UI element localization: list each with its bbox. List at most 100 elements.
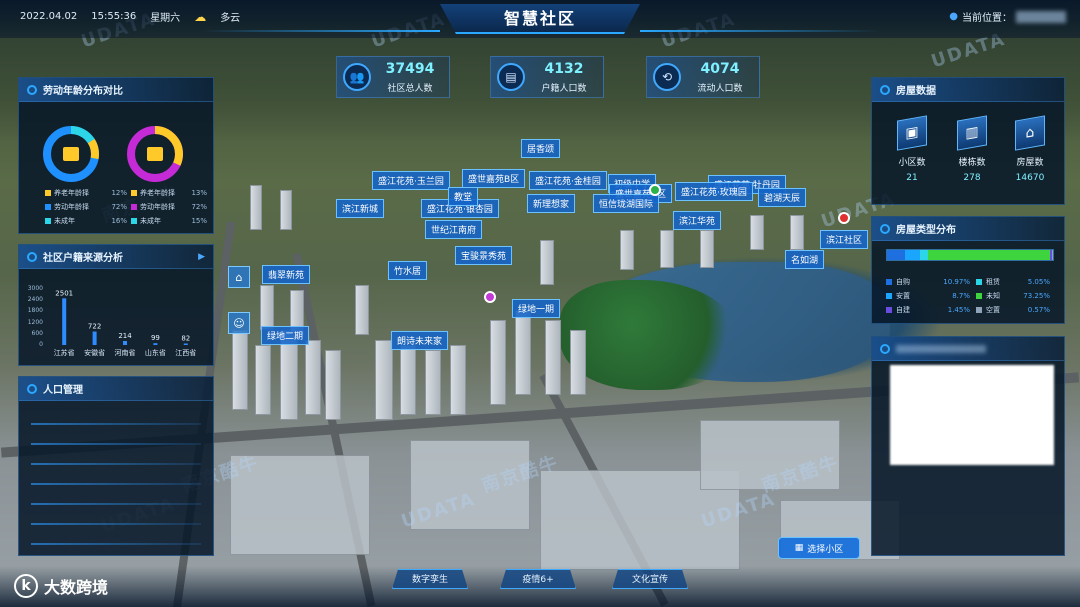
map-label-community[interactable]: 竹水居 [388,261,428,280]
map-label-community[interactable]: 碧湖天辰 [758,188,807,207]
marker-toggle-icon[interactable]: ⌂ [228,266,250,288]
map-label-community[interactable]: 朗诗未来家 [391,331,449,350]
age-distribution-panel: 劳动年龄分布对比 养老年龄择 12% 养老年龄择 13% 劳动年龄择 72% 劳动年龄… [18,77,214,234]
house-type-segment[interactable] [1052,250,1053,260]
housing-stat-community: ▣ 小区数 21 [882,115,942,183]
legend-label: 自购 [896,278,910,286]
tab-digital-twin[interactable]: 数字孪生 [392,569,468,589]
building [260,285,274,330]
datetime-weather: 2022.04.02 15:55:36 星期六 ☁ 多云 [20,9,240,25]
legend-label: 养老年龄择 [54,189,89,197]
bar[interactable] [153,343,158,345]
location-pin-icon: ● [949,11,958,22]
location-pin-icon[interactable] [649,184,661,196]
legend-value: 15% [191,217,207,225]
legend-swatch [976,293,982,299]
legend-item: 安置 8.7% [886,291,976,301]
x-tick-label: 安徽省 [84,349,106,357]
map-label-community[interactable]: 世纪江南府 [425,220,483,239]
map-label-community[interactable]: 盛世嘉苑B区 [462,169,526,188]
panel-header [872,337,1064,361]
brand-name: 大数跨境 [44,578,109,597]
select-community-button[interactable]: ▦ 选择小区 [778,537,860,559]
person-toggle-icon[interactable]: ☺ [228,312,250,334]
legend-swatch [131,204,137,210]
legend-item: 未知 73.25% [976,291,1056,301]
building [490,320,506,405]
community-icon: ▣ [897,115,927,151]
legend-label: 空置 [986,306,1000,314]
building [255,345,271,415]
housing-stat-house: ⌂ 房屋数 14670 [1000,115,1060,183]
tab-culture[interactable]: 文化宣传 [612,569,688,589]
legend-swatch [886,307,892,313]
data-label: 722 [88,323,101,331]
age-donut-left [43,126,99,182]
bar[interactable] [62,298,67,345]
panel-header: 劳动年龄分布对比 [19,78,213,102]
location-pin-icon[interactable] [838,212,850,224]
legend-swatch [976,307,982,313]
building [660,230,674,268]
bar[interactable] [183,343,188,345]
legend-value: 8.7% [952,292,970,300]
building [790,215,804,250]
map-label-community[interactable]: 名如湖 [785,250,825,269]
flow-icon: ⟲ [653,63,681,91]
stat-label: 社区总人数 [387,84,433,94]
house-type-segment[interactable] [919,250,929,260]
bar[interactable] [123,341,127,345]
map-label-community[interactable]: 滨江新城 [336,199,385,218]
tab-epidemic[interactable]: 疫情6+ [500,569,576,589]
current-location[interactable]: ● 当前位置： [949,9,1066,24]
map-label-community[interactable]: 新理想家 [527,194,576,213]
house-type-segment[interactable] [887,250,906,260]
legend-item: 未成年 15% [131,216,211,226]
location-value-blurred [1016,10,1066,23]
map-label-community[interactable]: 宝骏景秀苑 [455,246,513,265]
brand-logo: k 大数跨境 [14,574,108,598]
progress-line [31,523,201,525]
progress-line [31,543,201,545]
map-label-community[interactable]: 居香颂 [521,139,561,158]
header-divider [640,30,880,32]
panel-title: 房屋数据 [896,86,936,97]
panel-header: 房屋类型分布 [872,217,1064,241]
brand-icon: k [14,574,38,598]
map-label-community[interactable]: 绿地二期 [261,326,310,345]
legend-value: 10.97% [943,278,970,286]
building [355,285,369,335]
house-type-segment[interactable] [928,250,1050,260]
map-label-community[interactable]: 盛江花苑·金桂园 [529,171,607,190]
legend-label: 安置 [896,292,910,300]
legend-label: 未知 [986,292,1000,300]
map-label-community[interactable]: 滨江华苑 [673,211,722,230]
map-label-community[interactable]: 翡翠新苑 [262,265,311,284]
map-label-church[interactable]: 教堂 [448,187,479,206]
housing-stat-value: 14670 [1015,173,1045,183]
legend-value: 13% [191,189,207,197]
legend-item: 劳动年龄择 72% [45,202,131,212]
map-label-community[interactable]: 盛江花苑·玉兰园 [372,171,450,190]
legend-swatch [45,190,51,196]
house-type-stacked-bar [886,249,1054,261]
map-label-community[interactable]: 恒信珑湖国际 [593,194,660,213]
map-label-community[interactable]: 盛江花苑·玫瑰园 [675,182,753,201]
location-pin-icon[interactable] [484,291,496,303]
map-label-community[interactable]: 滨江社区 [820,230,869,249]
progress-line [31,423,201,425]
house-type-segment[interactable] [905,250,920,260]
building [450,345,466,415]
legend-swatch [45,204,51,210]
page-title-box: 智慧社区 [440,4,640,34]
bar[interactable] [92,331,97,345]
map-label-community[interactable]: 绿地一期 [512,299,561,318]
legend-label: 自建 [896,306,910,314]
building [232,330,248,410]
building [570,330,586,395]
legend-label: 劳动年龄择 [54,203,89,211]
stat-value: 37494 [385,61,435,77]
page-title: 智慧社区 [503,9,576,28]
house-icon: ⌂ [1015,115,1045,151]
building [250,185,262,230]
